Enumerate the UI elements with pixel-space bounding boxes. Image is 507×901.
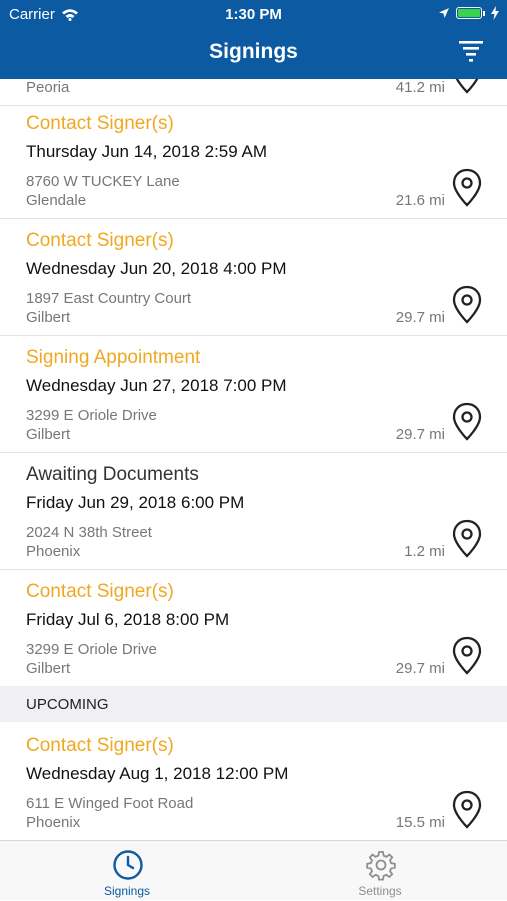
row-status: Signing Appointment [26,347,201,368]
filter-icon[interactable] [459,40,483,62]
list-item[interactable]: Contact Signer(s) Friday Jul 6, 2018 8:0… [0,570,507,687]
row-city: Peoria [26,79,70,96]
row-city: Gilbert [26,660,71,677]
tab-label: Signings [103,884,151,898]
list-item[interactable]: Contact Signer(s) Wednesday Aug 1, 2018 … [0,724,507,840]
row-distance: 29.7 mi [395,660,445,677]
row-distance: 15.5 mi [395,814,445,831]
row-distance: 41.2 mi [395,79,445,96]
row-address: 611 E Winged Foot Road [26,795,194,812]
row-status: Awaiting Documents [26,464,199,485]
row-city: Glendale [26,192,87,209]
row-distance: 29.7 mi [395,309,445,326]
section-label: UPCOMING [26,696,109,713]
row-distance: 21.6 mi [395,192,445,209]
tab-signings[interactable]: Signings [52,841,202,901]
status-right [438,6,499,20]
list-item[interactable]: Awaiting Documents Friday Jun 29, 2018 6… [0,453,507,570]
battery-nub [483,10,485,16]
row-date: Wednesday Jun 27, 2018 7:00 PM [26,376,287,395]
row-status: Contact Signer(s) [26,581,174,602]
tab-settings[interactable]: Settings [305,841,455,901]
clock-icon [113,850,143,880]
map-pin-icon[interactable] [451,79,483,95]
list-item[interactable]: Contact Signer(s) Wednesday Jun 20, 2018… [0,219,507,336]
row-address: 1897 East Country Court [26,290,192,307]
row-date: Friday Jul 6, 2018 8:00 PM [26,610,230,629]
map-pin-icon[interactable] [451,636,483,676]
map-pin-icon[interactable] [451,790,483,830]
map-pin-icon[interactable] [451,402,483,442]
list-item[interactable]: Signing Appointment Wednesday Jun 27, 20… [0,336,507,453]
navigation-header: Carrier 1:30 PM Signings [0,0,507,79]
list-item[interactable]: Contact Signer(s) Thursday Jun 14, 2018 … [0,102,507,219]
row-address: 3299 E Oriole Drive [26,407,157,424]
charging-bolt-icon [491,6,499,20]
row-date: Friday Jun 29, 2018 6:00 PM [26,493,245,512]
page-title: Signings [209,40,298,63]
row-city: Phoenix [26,814,81,831]
row-date: Wednesday Aug 1, 2018 12:00 PM [26,764,289,783]
row-city: Gilbert [26,426,71,443]
row-status: Contact Signer(s) [26,113,174,134]
row-city: Phoenix [26,543,81,560]
location-arrow-icon [439,8,449,18]
row-status: Contact Signer(s) [26,230,174,251]
row-address: 8760 W TUCKEY Lane [26,173,180,190]
row-status: Contact Signer(s) [26,735,174,756]
map-pin-icon[interactable] [451,168,483,208]
battery-level [458,9,480,17]
tab-bar: Signings Settings [0,840,507,900]
signings-list[interactable]: Peoria 41.2 mi Contact Signer(s) Thursda… [0,79,507,840]
status-time: 1:30 PM [225,6,282,23]
section-header-upcoming: UPCOMING [0,686,507,722]
status-bar: Carrier 1:30 PM [0,0,507,28]
row-address: 2024 N 38th Street [26,524,152,541]
battery-icon [456,7,482,19]
gear-icon [366,851,396,881]
map-pin-icon[interactable] [451,285,483,325]
tab-label: Settings [358,884,402,898]
row-distance: 1.2 mi [404,543,445,560]
row-distance: 29.7 mi [395,426,445,443]
row-city: Gilbert [26,309,71,326]
map-pin-icon[interactable] [451,519,483,559]
row-date: Thursday Jun 14, 2018 2:59 AM [26,142,267,161]
row-date: Wednesday Jun 20, 2018 4:00 PM [26,259,287,278]
row-address: 3299 E Oriole Drive [26,641,157,658]
